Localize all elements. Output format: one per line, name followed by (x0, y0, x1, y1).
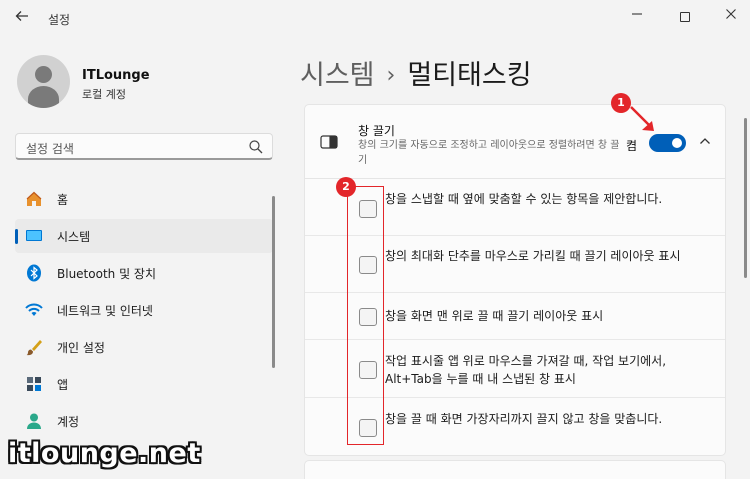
search-placeholder: 설정 검색 (26, 142, 74, 156)
title-bar: 설정 (0, 0, 750, 34)
breadcrumb-parent[interactable]: 시스템 (300, 60, 375, 91)
next-setting-card[interactable] (304, 460, 726, 479)
sidebar-item-personalization[interactable]: 개인 설정 (15, 330, 273, 364)
active-indicator (15, 229, 18, 244)
watermark: itlounge.net (8, 438, 201, 469)
system-icon (26, 230, 42, 241)
sidebar-item-label: 홈 (57, 193, 69, 207)
snap-windows-header[interactable]: 창 끌기 창의 크기를 자동으로 조정하고 레이아웃으로 정렬하려면 창 끌기 … (305, 105, 725, 179)
sidebar-item-system[interactable]: 시스템 (15, 219, 273, 253)
minimize-icon (632, 13, 642, 15)
minimize-button[interactable] (622, 6, 652, 28)
arrow-left-icon (15, 11, 28, 21)
option-label: 창을 스냅할 때 옆에 맞춤할 수 있는 항목을 제안합니다. (385, 192, 663, 206)
main-scrollbar[interactable] (744, 118, 747, 278)
avatar[interactable] (17, 55, 70, 108)
page-title: 멀티태스킹 (407, 60, 532, 91)
back-button[interactable] (10, 8, 34, 28)
toggle-state-label: 켬 (626, 139, 638, 153)
sidebar-item-bluetooth[interactable]: Bluetooth 및 장치 (15, 256, 273, 290)
bluetooth-icon (27, 264, 41, 282)
profile-name: ITLounge (82, 68, 150, 83)
app-title: 설정 (48, 13, 71, 27)
brush-icon (26, 340, 42, 356)
breadcrumb-separator: › (386, 63, 396, 88)
maximize-icon (680, 11, 690, 22)
annotation-badge: 1 (611, 93, 631, 113)
apps-icon (27, 377, 41, 391)
account-icon (27, 413, 41, 429)
avatar-body (28, 86, 59, 108)
sidebar-item-network[interactable]: 네트워크 및 인터넷 (15, 293, 273, 327)
option-label: 창을 화면 맨 위로 끌 때 끌기 레이아웃 표시 (385, 309, 604, 323)
chevron-up-icon[interactable] (697, 133, 713, 149)
sidebar-item-apps[interactable]: 앱 (15, 367, 273, 401)
snap-layout-icon (320, 135, 338, 149)
option-label: 창의 최대화 단추를 마우스로 가리킬 때 끌기 레이아웃 표시 (385, 249, 681, 263)
search-icon (249, 140, 263, 154)
home-icon (26, 191, 42, 206)
sidebar-scrollbar[interactable] (272, 196, 275, 368)
sidebar-item-home[interactable]: 홈 (15, 182, 273, 216)
annotation-highlight (347, 186, 384, 445)
close-icon (726, 9, 736, 19)
sidebar-item-label: Bluetooth 및 장치 (57, 267, 157, 281)
search-input[interactable]: 설정 검색 (15, 133, 273, 160)
option-label: 작업 표시줄 앱 위로 마우스를 가져갈 때, 작업 보기에서, Alt+Tab… (385, 354, 667, 386)
close-button[interactable] (716, 6, 746, 28)
sidebar-item-label: 앱 (57, 378, 69, 392)
sidebar-item-label: 시스템 (57, 230, 91, 244)
sidebar-item-accounts[interactable]: 계정 (15, 404, 273, 438)
option-label: 창을 끌 때 화면 가장자리까지 끌지 않고 창을 맞춥니다. (385, 412, 663, 426)
wifi-icon (25, 303, 43, 316)
annotation-badge: 2 (336, 177, 356, 197)
maximize-button[interactable] (670, 6, 700, 28)
snap-windows-title: 창 끌기 (358, 124, 395, 138)
annotation-arrow-icon (630, 106, 654, 131)
sidebar-item-label: 계정 (57, 415, 80, 429)
sidebar-item-label: 개인 설정 (57, 341, 105, 355)
toggle-knob (672, 138, 682, 148)
breadcrumb: 시스템 › 멀티태스킹 (300, 53, 532, 92)
snap-windows-description: 창의 크기를 자동으로 조정하고 레이아웃으로 정렬하려면 창 끌기 (358, 140, 620, 166)
profile-account-type: 로컬 계정 (82, 88, 126, 101)
avatar-head (35, 66, 52, 83)
sidebar-item-label: 네트워크 및 인터넷 (57, 304, 153, 318)
